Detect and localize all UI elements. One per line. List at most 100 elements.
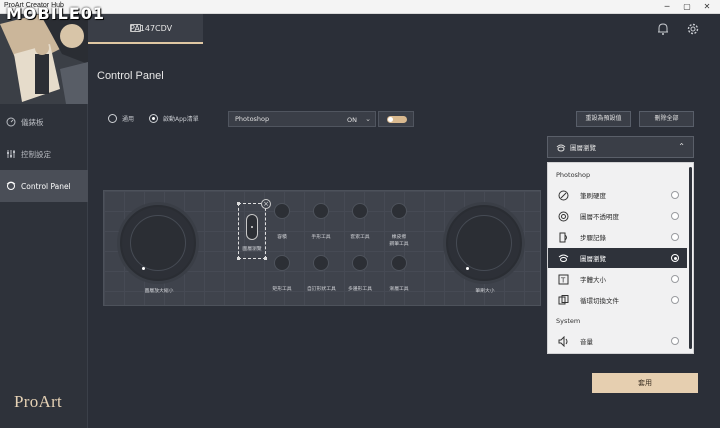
app-toggle-box <box>378 111 414 127</box>
device-panel: 圖層放大縮小 筆刷大小 × 圖層瀏覽 容積 手形工具 套索工具 橡皮擦 鋼筆工具… <box>103 190 541 306</box>
key-button[interactable] <box>352 203 368 219</box>
menu-item-label: 圖層不透明度 <box>580 213 619 221</box>
radio-indicator <box>671 275 679 283</box>
minimize-button[interactable]: ─ <box>660 1 674 13</box>
resize-handle[interactable] <box>237 257 240 260</box>
monitor-icon <box>130 24 141 32</box>
sidebar-item-control-panel[interactable]: Control Panel <box>0 170 88 202</box>
reset-default-button[interactable]: 重設為預設值 <box>576 111 631 127</box>
layer-browse-icon <box>558 254 569 262</box>
watermark: MOBILE01 <box>6 4 106 23</box>
key-button[interactable] <box>274 203 290 219</box>
sidebar-item-label: 控制設定 <box>21 149 51 159</box>
menu-item-brush-hardness[interactable]: 筆刷硬度 <box>548 185 687 205</box>
app-select-state: ON <box>347 116 357 124</box>
radio-indicator <box>671 212 679 220</box>
sidebar-item-label: Control Panel <box>21 181 71 191</box>
app-select-value: Photoshop <box>235 115 270 123</box>
sliders-icon <box>7 150 15 158</box>
radio-indicator <box>671 296 679 304</box>
key-label: 套索工具 <box>350 235 370 240</box>
maximize-button[interactable]: ▢ <box>680 1 694 13</box>
menu-item-layer-opacity[interactable]: 圖層不透明度 <box>548 206 687 226</box>
menu-item-history[interactable]: 步驟記錄 <box>548 227 687 247</box>
menu-section-photoshop: Photoshop <box>556 171 591 179</box>
chevron-up-icon: ⌃ <box>678 142 685 151</box>
menu-item-label: 步驟記錄 <box>580 234 606 242</box>
menu-scrollbar[interactable] <box>689 167 692 349</box>
key-button[interactable] <box>313 255 329 271</box>
menu-item-label: 音量 <box>580 338 593 346</box>
function-menu: Photoshop 筆刷硬度 圖層不透明度 步驟記錄 圖層瀏覽 T 字體大小 循… <box>547 162 694 354</box>
radio-indicator <box>671 337 679 345</box>
brush-hardness-icon <box>558 190 569 201</box>
gear-icon[interactable] <box>686 22 700 36</box>
key-label: 自訂形狀工具 <box>307 287 336 292</box>
menu-item-label: 循環切換文件 <box>580 297 619 305</box>
history-icon <box>559 232 567 243</box>
sidebar-item-label: 儀錶板 <box>21 117 44 127</box>
menu-section-system: System <box>556 317 581 325</box>
resize-handle[interactable] <box>264 257 267 260</box>
resize-handle[interactable] <box>237 202 240 205</box>
menu-item-layer-browse[interactable]: 圖層瀏覽 <box>548 248 687 268</box>
key-label: 矩形工具 <box>272 287 292 292</box>
key-button[interactable] <box>313 203 329 219</box>
menu-item-font-size[interactable]: T 字體大小 <box>548 269 687 289</box>
sidebar-item-dashboard[interactable]: 儀錶板 <box>0 106 88 138</box>
radio-indicator <box>671 233 679 241</box>
key-label: 橡皮擦 <box>391 235 407 240</box>
radio-indicator <box>671 254 679 262</box>
right-dial-label: 筆刷大小 <box>475 289 495 294</box>
close-icon[interactable]: × <box>261 199 271 209</box>
menu-item-volume[interactable]: 音量 <box>548 331 687 351</box>
volume-icon <box>558 336 568 347</box>
font-size-icon: T <box>558 274 569 285</box>
radio-general-label: 通用 <box>122 116 135 123</box>
key-label: 容積 <box>277 235 287 240</box>
app-select[interactable]: Photoshop ON ⌄ <box>228 111 376 127</box>
sidebar: 儀錶板 控制設定 Control Panel ProArt <box>0 14 88 428</box>
radio-app-list[interactable] <box>149 114 158 123</box>
chevron-down-icon: ⌄ <box>365 115 371 123</box>
layer-browse-icon <box>556 144 566 152</box>
title-bar: ProArt Creator Hub ─ ▢ ✕ <box>0 0 720 14</box>
sidebar-item-control-settings[interactable]: 控制設定 <box>0 138 88 170</box>
bell-icon[interactable] <box>656 22 670 36</box>
function-dropdown[interactable]: 圖層瀏覽 ⌃ <box>547 136 694 158</box>
menu-item-label: 筆刷硬度 <box>580 192 606 200</box>
key-button[interactable] <box>391 255 407 271</box>
cycle-document-icon <box>558 295 569 305</box>
radio-indicator <box>671 191 679 199</box>
key-button[interactable] <box>391 203 407 219</box>
delete-all-button[interactable]: 刪除全部 <box>639 111 694 127</box>
left-dial[interactable] <box>120 205 196 281</box>
right-dial[interactable] <box>446 205 522 281</box>
selected-control-label: 圖層瀏覽 <box>242 247 262 252</box>
opacity-icon <box>558 211 569 222</box>
menu-item-cycle-documents[interactable]: 循環切換文件 <box>548 290 687 310</box>
page-title: Control Panel <box>97 70 164 82</box>
dial-indicator <box>142 267 145 270</box>
menu-item-label: 字體大小 <box>580 276 606 284</box>
rocker-control[interactable] <box>246 214 258 240</box>
key-label: 鋼筆工具 <box>389 242 409 247</box>
app-toggle[interactable] <box>387 116 407 123</box>
radio-general[interactable] <box>108 114 117 123</box>
dial-icon <box>6 181 16 190</box>
proart-logo: ProArt <box>14 392 63 411</box>
apply-button[interactable]: 套用 <box>592 373 698 393</box>
function-dropdown-value: 圖層瀏覽 <box>570 144 596 152</box>
tab-device[interactable]: PA147CDV <box>88 14 203 44</box>
key-label: 漸層工具 <box>389 287 409 292</box>
radio-app-list-label: 啟動App清單 <box>163 116 199 123</box>
dial-indicator <box>466 267 469 270</box>
close-button[interactable]: ✕ <box>700 1 714 13</box>
key-label: 手形工具 <box>311 235 331 240</box>
key-button[interactable] <box>274 255 290 271</box>
gauge-icon <box>6 117 16 127</box>
left-dial-label: 圖層放大縮小 <box>144 289 174 294</box>
svg-text:T: T <box>560 277 566 285</box>
hero-artwork <box>0 14 88 104</box>
key-button[interactable] <box>352 255 368 271</box>
